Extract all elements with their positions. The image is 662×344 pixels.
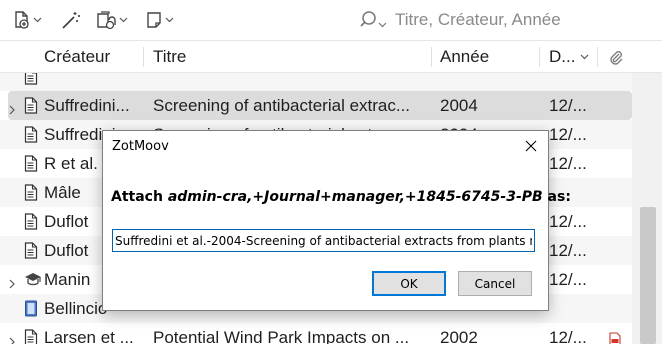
cell-year: 2002 — [440, 328, 478, 344]
new-item-button[interactable] — [12, 8, 42, 32]
item-type-icon — [24, 155, 38, 177]
column-year[interactable]: Année — [440, 41, 489, 73]
chevron-down-icon[interactable] — [580, 54, 589, 60]
pdf-attachment-icon — [609, 332, 621, 344]
document-icon — [24, 184, 38, 201]
add-attachment-icon — [97, 11, 116, 30]
add-attachment-button[interactable] — [96, 8, 128, 32]
magic-wand-icon — [62, 12, 80, 29]
search-field[interactable]: Titre, Créateur, Année — [360, 7, 656, 33]
table-row[interactable]: Larsen et ... Potential Wind Park Impacts… — [0, 323, 632, 344]
item-type-icon — [24, 213, 38, 235]
column-date[interactable]: D... — [549, 41, 575, 73]
dialog-title: ZotMoov — [112, 139, 169, 154]
cell-creator: Larsen et ... — [44, 328, 134, 344]
chevron-down-icon — [119, 17, 128, 23]
zotmoov-dialog: ZotMoov Attach admin-cra,+Journal+manage… — [102, 130, 571, 311]
magic-wand-button[interactable] — [60, 8, 82, 32]
cell-date: 12/... — [549, 212, 587, 231]
item-type-icon — [24, 97, 38, 119]
cell-date: 12/... — [549, 154, 587, 173]
dialog-message: Attach admin-cra,+Journal+manager,+1845-… — [111, 189, 571, 205]
table-row[interactable] — [0, 73, 632, 91]
search-placeholder: Titre, Créateur, Année — [395, 10, 561, 29]
item-type-icon — [24, 73, 38, 90]
new-item-icon — [15, 11, 29, 29]
row-attachment[interactable] — [609, 331, 621, 344]
row-twisty[interactable] — [9, 274, 15, 294]
close-icon — [525, 140, 537, 152]
cell-title: Screening of antibacterial extrac... — [153, 96, 411, 115]
new-note-icon — [147, 12, 161, 28]
cell-date: 12/... — [549, 96, 587, 115]
column-creator[interactable]: Créateur — [44, 41, 110, 73]
item-type-icon — [24, 184, 38, 206]
filename-input[interactable] — [112, 229, 535, 252]
message-suffix: as: — [542, 189, 571, 205]
chevron-down-icon — [33, 17, 42, 23]
cell-title: Potential Wind Park Impacts on ... — [153, 328, 410, 344]
column-separator[interactable] — [143, 47, 144, 67]
document-icon — [24, 329, 38, 344]
expand-chevron-icon — [9, 279, 15, 289]
cancel-button[interactable]: Cancel — [458, 271, 532, 296]
table-row[interactable]: Suffredini... Screening of antibacterial … — [8, 91, 632, 120]
cell-year: 2004 — [440, 96, 478, 115]
document-icon — [24, 126, 38, 143]
document-icon — [24, 97, 38, 114]
expand-chevron-icon — [9, 105, 15, 115]
scrollbar-thumb[interactable] — [640, 207, 656, 344]
chevron-down-icon — [165, 17, 174, 23]
ok-button[interactable]: OK — [372, 271, 446, 296]
attachment-name: admin-cra,+Journal+manager,+1845-6745-3-… — [167, 189, 543, 205]
document-icon — [24, 155, 38, 172]
column-title[interactable]: Titre — [153, 41, 186, 73]
column-separator[interactable] — [431, 47, 432, 67]
cell-creator: Suffredini... — [44, 96, 130, 115]
book-icon — [25, 300, 37, 317]
item-type-icon — [24, 126, 38, 148]
cell-date: 12/... — [549, 328, 587, 344]
search-icon — [360, 11, 376, 27]
item-type-icon — [24, 300, 38, 322]
item-type-icon — [24, 242, 38, 264]
chevron-down-icon — [378, 22, 387, 28]
row-twisty[interactable] — [9, 332, 15, 344]
cell-date: 12/... — [549, 241, 587, 260]
document-icon — [24, 73, 38, 85]
column-separator[interactable] — [539, 47, 540, 67]
close-button[interactable] — [514, 131, 548, 161]
attachment-column-icon[interactable] — [608, 49, 624, 67]
item-type-icon — [24, 329, 38, 344]
row-twisty[interactable] — [9, 100, 15, 120]
toolbar: Titre, Créateur, Année — [0, 0, 662, 40]
expand-chevron-icon — [9, 337, 15, 344]
item-type-icon — [24, 271, 42, 293]
message-prefix: Attach — [111, 189, 168, 205]
cell-date: 12/... — [549, 270, 587, 289]
column-separator[interactable] — [597, 47, 598, 67]
cell-date: 12/... — [549, 125, 587, 144]
document-icon — [24, 213, 38, 230]
column-header: Créateur Titre Année D... — [0, 40, 662, 73]
new-note-button[interactable] — [144, 8, 174, 32]
thesis-icon — [25, 273, 41, 286]
document-icon — [24, 242, 38, 259]
